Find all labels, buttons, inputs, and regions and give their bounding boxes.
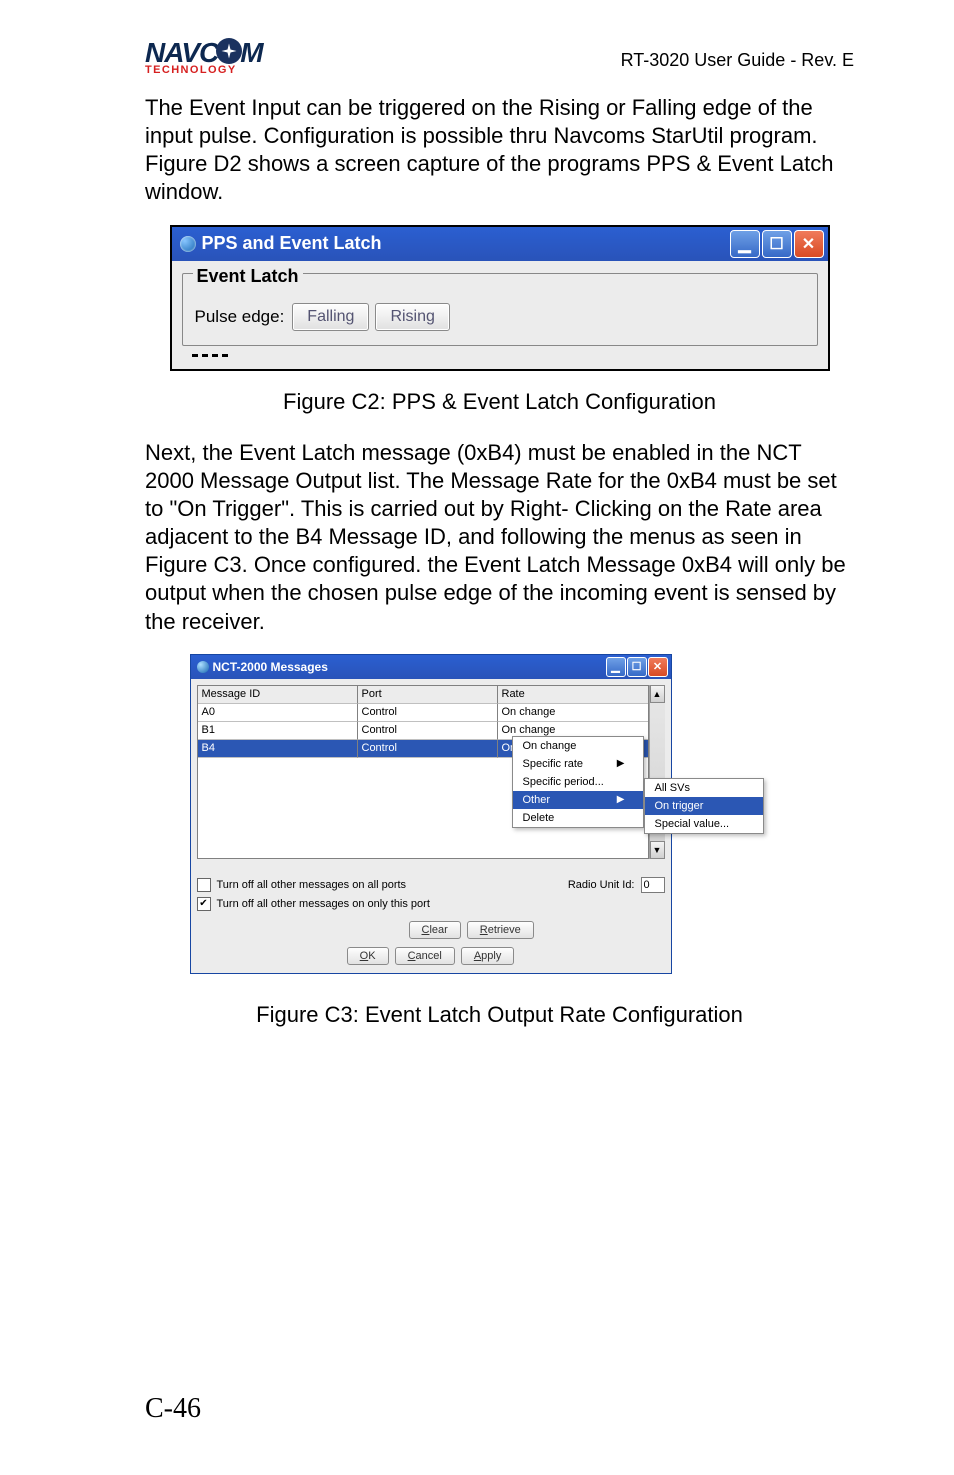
pulse-edge-label: Pulse edge:: [195, 307, 285, 327]
table-header-row: Message ID Port Rate: [198, 686, 648, 704]
menu-item-all-svs[interactable]: All SVs: [645, 779, 763, 797]
figure-c3-caption: Figure C3: Event Latch Output Rate Confi…: [145, 1002, 854, 1028]
minimize-button[interactable]: ▁: [730, 230, 760, 258]
rising-button[interactable]: Rising: [375, 303, 449, 331]
menu-item-special-value[interactable]: Special value...: [645, 815, 763, 833]
col-rate[interactable]: Rate: [498, 686, 648, 704]
checkbox-this-port[interactable]: ✔: [197, 897, 211, 911]
maximize-button[interactable]: ☐: [762, 230, 792, 258]
app-icon: [197, 661, 209, 673]
paragraph-2: Next, the Event Latch message (0xB4) mus…: [145, 439, 854, 636]
cell: A0: [198, 704, 358, 722]
brand-logo: NAVC M TECHNOLOGY: [145, 40, 263, 76]
clear-button[interactable]: Clear: [409, 921, 461, 939]
cancel-button[interactable]: Cancel: [395, 947, 455, 965]
table-row[interactable]: A0 Control On change: [198, 704, 648, 722]
ok-button[interactable]: OK: [347, 947, 389, 965]
page-number: C-46: [145, 1393, 201, 1425]
close-button[interactable]: ✕: [648, 657, 668, 677]
col-message-id[interactable]: Message ID: [198, 686, 358, 704]
event-latch-group: Event Latch Pulse edge: Falling Rising: [182, 273, 818, 346]
window-title: NCT-2000 Messages: [213, 660, 328, 674]
menu-item-specific-rate[interactable]: Specific rate▶: [513, 755, 643, 773]
cell: B4: [198, 740, 358, 758]
truncated-indicator: [192, 354, 228, 357]
menu-item-specific-period[interactable]: Specific period...: [513, 773, 643, 791]
submenu-arrow-icon: ▶: [617, 794, 625, 805]
retrieve-button[interactable]: Retrieve: [467, 921, 534, 939]
rate-context-menu[interactable]: On change Specific rate▶ Specific period…: [512, 736, 644, 828]
minimize-button[interactable]: ▁: [606, 657, 626, 677]
menu-item-on-trigger[interactable]: On trigger: [645, 797, 763, 815]
pps-event-latch-window: PPS and Event Latch ▁ ☐ ✕ Event Latch Pu…: [170, 225, 830, 371]
scroll-up-button[interactable]: ▲: [650, 685, 665, 703]
cell: Control: [358, 704, 498, 722]
nct-2000-messages-window: NCT-2000 Messages ▁ ☐ ✕ Message ID: [190, 654, 810, 974]
falling-button[interactable]: Falling: [292, 303, 369, 331]
radio-unit-id-input[interactable]: [641, 877, 665, 893]
checkbox-all-ports-label: Turn off all other messages on all ports: [217, 879, 407, 891]
window-titlebar[interactable]: PPS and Event Latch ▁ ☐ ✕: [172, 227, 828, 261]
cell: B1: [198, 722, 358, 740]
radio-unit-id-label: Radio Unit Id:: [568, 879, 635, 891]
window-titlebar[interactable]: NCT-2000 Messages ▁ ☐ ✕: [191, 655, 671, 679]
compass-icon: [216, 38, 242, 64]
maximize-button[interactable]: ☐: [627, 657, 647, 677]
col-port[interactable]: Port: [358, 686, 498, 704]
logo-text-right: M: [240, 40, 262, 65]
menu-item-other[interactable]: Other▶: [513, 791, 643, 809]
figure-c2-caption: Figure C2: PPS & Event Latch Configurati…: [145, 389, 854, 415]
group-title: Event Latch: [193, 266, 303, 287]
scroll-down-button[interactable]: ▼: [650, 841, 665, 859]
cell: Control: [358, 722, 498, 740]
close-button[interactable]: ✕: [794, 230, 824, 258]
other-submenu[interactable]: All SVs On trigger Special value...: [644, 778, 764, 834]
cell: Control: [358, 740, 498, 758]
apply-button[interactable]: Apply: [461, 947, 515, 965]
menu-item-on-change[interactable]: On change: [513, 737, 643, 755]
cell: On change: [498, 704, 648, 722]
menu-item-delete[interactable]: Delete: [513, 809, 643, 827]
submenu-arrow-icon: ▶: [617, 758, 625, 769]
checkbox-all-ports[interactable]: [197, 878, 211, 892]
document-id: RT-3020 User Guide - Rev. E: [621, 50, 854, 71]
app-icon: [180, 236, 196, 252]
logo-text-left: NAVC: [145, 40, 218, 65]
checkbox-this-port-label: Turn off all other messages on only this…: [217, 898, 430, 910]
paragraph-1: The Event Input can be triggered on the …: [145, 94, 854, 207]
logo-subtext: TECHNOLOGY: [145, 64, 237, 76]
window-title: PPS and Event Latch: [202, 233, 382, 254]
